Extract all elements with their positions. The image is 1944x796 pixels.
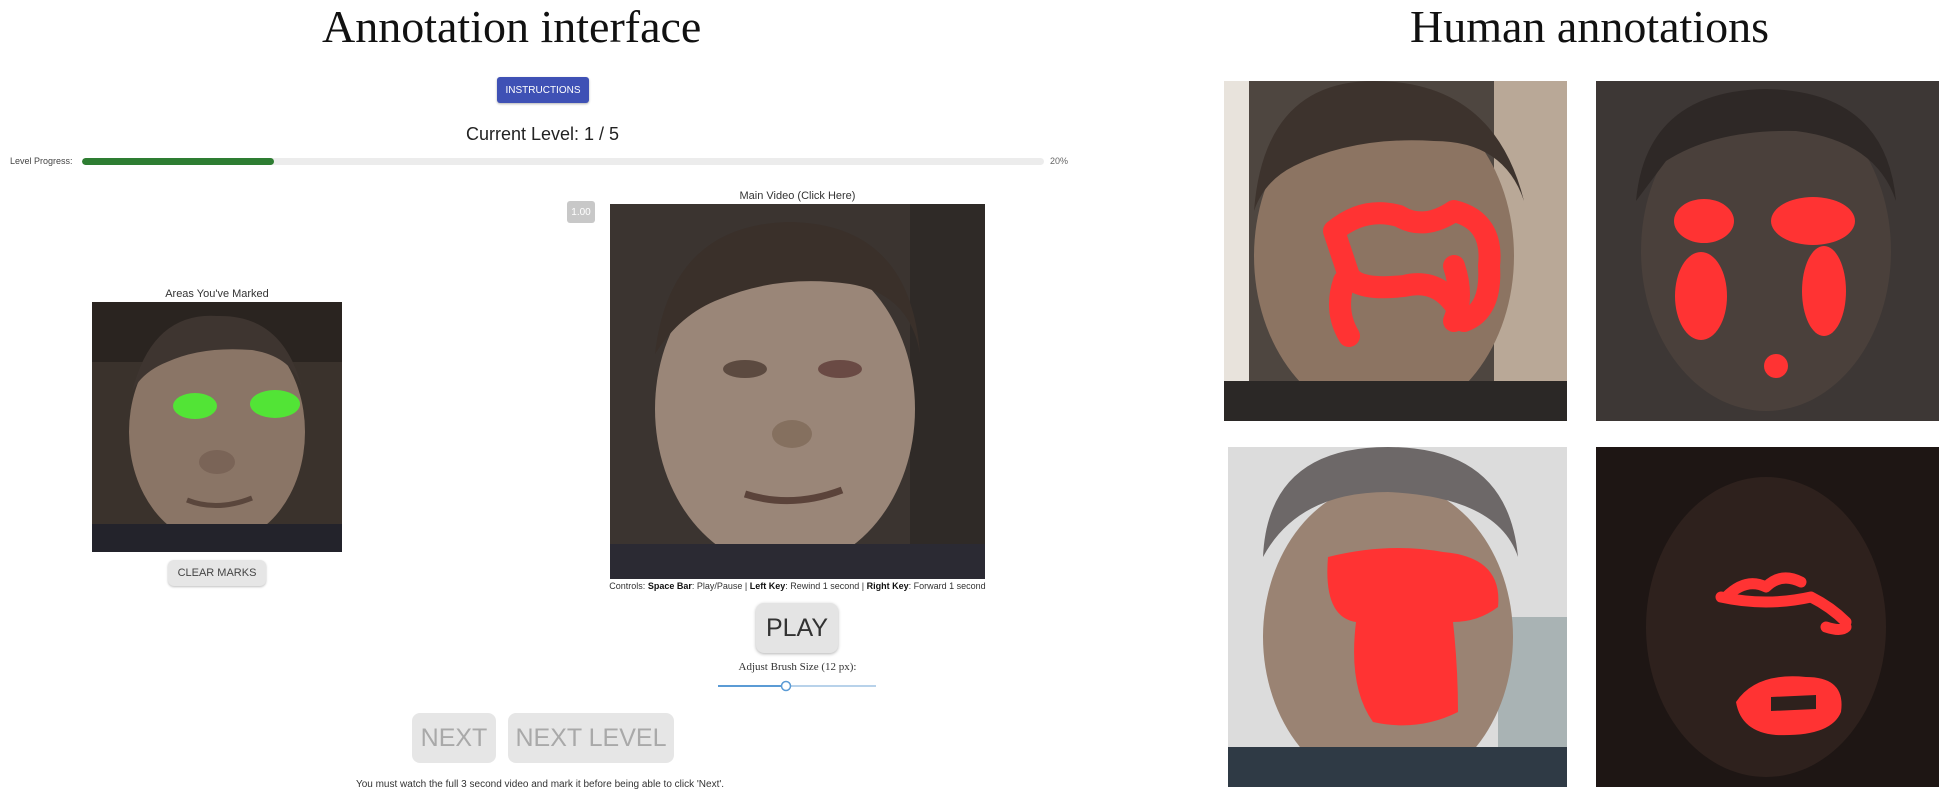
marked-areas-preview bbox=[92, 302, 342, 552]
main-video-frame bbox=[610, 204, 985, 579]
marked-face-image bbox=[92, 302, 342, 552]
marked-area-right-eye bbox=[250, 390, 300, 418]
brush-size-label: Adjust Brush Size (12 px): bbox=[738, 661, 857, 673]
playback-speed-badge[interactable]: 1.00 bbox=[567, 201, 595, 223]
brush-size-slider[interactable] bbox=[718, 680, 876, 692]
level-progress-bar bbox=[82, 158, 1044, 165]
controls-right-action: : Forward 1 second bbox=[908, 581, 986, 591]
human-annotation-image-2 bbox=[1596, 81, 1939, 421]
controls-right-key: Right Key bbox=[866, 581, 909, 591]
keyboard-controls-hint: Controls: Space Bar: Play/Pause | Left K… bbox=[520, 581, 1075, 591]
human-annotation-image-1 bbox=[1224, 81, 1567, 421]
controls-prefix: Controls: bbox=[609, 581, 646, 591]
brush-slider-thumb[interactable] bbox=[780, 680, 792, 692]
play-button[interactable]: PLAY bbox=[756, 603, 838, 653]
next-button[interactable]: NEXT bbox=[412, 713, 496, 763]
annotation-interface-title: Annotation interface bbox=[322, 1, 702, 52]
level-progress-fill bbox=[82, 158, 275, 165]
controls-space-key: Space Bar bbox=[647, 581, 692, 591]
human-annotation-image-3 bbox=[1228, 447, 1567, 787]
watch-requirement-note: You must watch the full 3 second video a… bbox=[355, 779, 725, 790]
instructions-button[interactable]: INSTRUCTIONS bbox=[497, 77, 589, 103]
current-level-text: Current Level: 1 / 5 bbox=[465, 124, 620, 144]
human-annotations-title: Human annotations bbox=[1410, 1, 1769, 52]
clear-marks-button[interactable]: CLEAR MARKS bbox=[168, 560, 266, 586]
controls-left-action: : Rewind 1 second | bbox=[785, 581, 867, 591]
next-level-button[interactable]: NEXT LEVEL bbox=[508, 713, 674, 763]
human-annotation-image-4 bbox=[1596, 447, 1939, 787]
level-progress-label: Level Progress: bbox=[10, 156, 73, 166]
main-video[interactable] bbox=[610, 204, 985, 579]
level-progress-percent: 20% bbox=[1050, 156, 1069, 166]
controls-left-key: Left Key bbox=[749, 581, 786, 591]
marked-area-left-eye bbox=[173, 393, 217, 419]
areas-marked-label: Areas You've Marked bbox=[165, 288, 269, 300]
controls-space-action: : Play/Pause | bbox=[691, 581, 750, 591]
main-video-label: Main Video (Click Here) bbox=[739, 190, 856, 202]
